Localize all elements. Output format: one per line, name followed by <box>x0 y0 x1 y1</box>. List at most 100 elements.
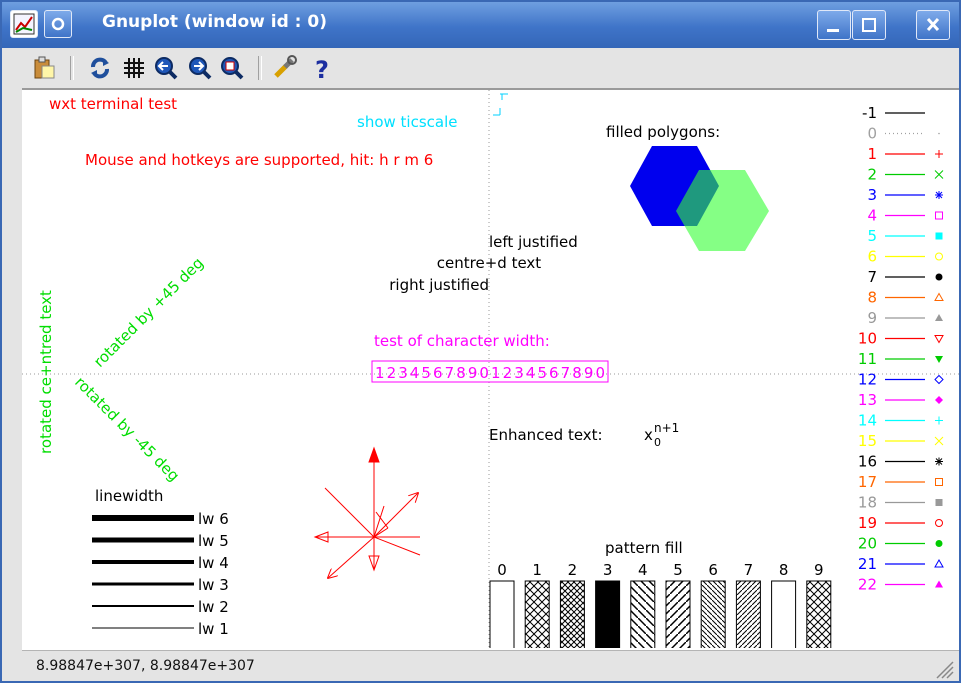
pattern-label: 9 <box>814 561 824 579</box>
enhanced-text-label: Enhanced text: <box>489 426 603 444</box>
left-border <box>2 88 22 681</box>
plot-canvas[interactable]: wxt terminal test show ticscale Mouse an… <box>22 90 959 654</box>
rotated-plus45-text: rotated by +45 deg <box>90 254 207 371</box>
pattern-bar <box>700 580 726 654</box>
window-title: Gnuplot (window id : 0) <box>102 12 327 32</box>
pattern-fill-title: pattern fill <box>605 539 683 557</box>
arrow-upper-left <box>324 487 375 538</box>
pattern-label: 0 <box>497 561 507 579</box>
terminal-label: wxt terminal test <box>49 95 177 113</box>
ticscale-marks <box>493 93 508 116</box>
legend-label: 19 <box>858 514 877 532</box>
left-justified-text: left justified <box>489 233 578 251</box>
line-type-legend: -1012345678910111213141516171819202122 <box>858 104 944 594</box>
legend-point <box>935 540 943 547</box>
pattern-bar <box>806 580 832 654</box>
pattern-bar <box>665 580 691 654</box>
legend-label: 20 <box>858 535 877 553</box>
arrow-lower-left <box>328 536 375 578</box>
zoom-previous-icon[interactable] <box>152 54 180 82</box>
zoom-next-icon[interactable] <box>186 54 214 82</box>
legend-label: 14 <box>858 412 877 430</box>
legend-point <box>934 374 944 385</box>
replot-icon[interactable] <box>86 54 114 82</box>
legend-point <box>935 150 943 158</box>
pattern-bar <box>630 580 656 654</box>
pattern-label: 4 <box>638 561 648 579</box>
gnuplot-app-icon[interactable] <box>10 10 38 38</box>
linewidth-label: lw 4 <box>198 554 229 572</box>
legend-label: 0 <box>867 125 877 143</box>
legend-label: 9 <box>867 309 877 327</box>
arrow-hollow-head <box>373 505 389 538</box>
title-bar[interactable]: Gnuplot (window id : 0) <box>2 2 959 48</box>
legend-label: 7 <box>867 268 877 286</box>
legend-point <box>934 292 944 301</box>
pattern-bar <box>524 580 550 654</box>
legend-point <box>938 132 940 135</box>
centred-text: centre+d text <box>437 254 542 272</box>
legend-point <box>935 314 943 321</box>
legend-point <box>934 558 944 568</box>
linewidth-title: linewidth <box>95 487 163 505</box>
pattern-bar <box>489 580 515 654</box>
linewidth-label: lw 3 <box>198 576 229 594</box>
legend-label: 15 <box>858 432 877 450</box>
legend-label: 16 <box>858 453 877 471</box>
pattern-bar <box>559 580 585 654</box>
arrow-star <box>313 446 421 578</box>
arrow-up-head <box>368 446 380 463</box>
resize-grip-icon[interactable] <box>931 656 955 680</box>
gnuplot-window: Gnuplot (window id : 0) ? wxt terminal t… <box>0 0 961 683</box>
clipboard-icon[interactable] <box>30 54 58 82</box>
linewidth-label: lw 2 <box>198 598 229 616</box>
toolbar-separator <box>258 56 262 80</box>
legend-point <box>935 232 943 240</box>
window-menu-icon[interactable] <box>44 10 72 38</box>
pattern-label: 5 <box>673 561 683 579</box>
char-width-label: test of character width: <box>374 332 550 350</box>
legend-label: 5 <box>867 227 877 245</box>
legend-point <box>935 211 943 220</box>
mouse-hotkeys-label: Mouse and hotkeys are supported, hit: h … <box>85 151 433 169</box>
legend-label: 1 <box>867 145 877 163</box>
linewidth-label: lw 1 <box>198 620 229 638</box>
legend-point <box>935 478 943 486</box>
rotated-minus45-text: rotated by -45 deg <box>71 373 183 485</box>
help-icon[interactable]: ? <box>308 54 336 84</box>
legend-point <box>935 457 943 466</box>
svg-text:?: ? <box>315 56 329 82</box>
toolbar: ? <box>2 48 959 90</box>
legend-point <box>934 170 944 179</box>
legend-point <box>935 356 943 363</box>
legend-label: 6 <box>867 248 877 266</box>
legend-point <box>935 252 943 261</box>
legend-point <box>934 436 944 446</box>
pattern-label: 2 <box>568 561 578 579</box>
toolbar-separator <box>70 56 74 80</box>
legend-label: -1 <box>862 104 877 122</box>
grid-icon[interactable] <box>120 54 148 82</box>
pattern-label: 3 <box>603 561 613 579</box>
enhanced-superscript: n+1 <box>654 421 679 435</box>
unzoom-icon[interactable] <box>218 54 246 82</box>
pattern-label: 6 <box>708 561 718 579</box>
pattern-bar <box>735 580 761 654</box>
minimize-button[interactable] <box>817 10 851 40</box>
legend-label: 13 <box>858 391 877 409</box>
legend-label: 3 <box>867 186 877 204</box>
legend-point <box>934 335 944 344</box>
legend-label: 11 <box>858 350 877 368</box>
close-button[interactable] <box>916 10 950 40</box>
legend-label: 4 <box>867 207 877 225</box>
legend-label: 18 <box>858 494 877 512</box>
legend-point <box>935 499 943 506</box>
pattern-label: 8 <box>779 561 789 579</box>
maximize-button[interactable] <box>852 10 886 40</box>
legend-label: 22 <box>858 576 877 594</box>
show-ticscale-label: show ticscale <box>357 113 457 131</box>
status-bar: 8.98847e+307, 8.98847e+307 <box>22 650 959 681</box>
enhanced-base: x <box>644 426 653 444</box>
settings-wrench-icon[interactable] <box>270 54 298 82</box>
legend-point <box>935 519 943 527</box>
